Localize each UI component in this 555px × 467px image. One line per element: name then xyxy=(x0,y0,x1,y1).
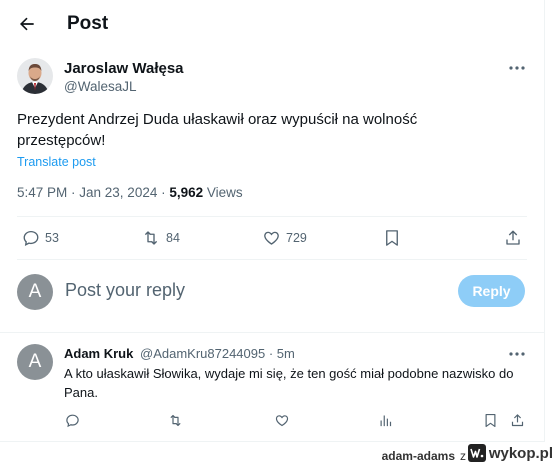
post-page: Post Jaroslaw Wałęsa @WalesaJL Prezydent… xyxy=(0,0,545,442)
author-avatar[interactable] xyxy=(17,58,53,94)
author-handle[interactable]: @WalesaJL xyxy=(64,79,136,94)
divider xyxy=(17,259,527,260)
bookmark-action[interactable] xyxy=(384,229,400,247)
top-bar: Post xyxy=(0,0,545,50)
comment-like-action[interactable] xyxy=(274,413,290,428)
comment-handle-time[interactable]: @AdamKru87244095 · 5m xyxy=(140,346,295,361)
views-label: Views xyxy=(203,185,243,200)
comment-text: A kto ułaskawił Słowika, wydaje mi się, … xyxy=(64,366,514,400)
bookmark-icon xyxy=(386,230,398,246)
comment-author-name[interactable]: Adam Kruk xyxy=(64,346,133,361)
comment-share-action[interactable] xyxy=(510,413,525,428)
watermark-footer: adam-adams z wykop.pl xyxy=(0,442,555,467)
reply-button[interactable]: Reply xyxy=(458,275,525,307)
wykop-logo-icon xyxy=(467,444,486,462)
comment-views-action[interactable] xyxy=(378,413,393,428)
divider xyxy=(17,216,527,217)
repost-action[interactable]: 84 xyxy=(141,229,180,247)
comment-repost-action[interactable] xyxy=(167,413,184,428)
repost-icon xyxy=(170,414,181,427)
post-timestamp[interactable]: 5:47 PM · Jan 23, 2024 · xyxy=(17,185,169,200)
divider xyxy=(0,332,545,333)
share-icon xyxy=(511,414,524,427)
comment-bookmark-action[interactable] xyxy=(484,413,497,428)
views-icon xyxy=(380,415,392,427)
repost-icon xyxy=(144,231,158,245)
wykop-logo: wykop.pl xyxy=(467,444,553,462)
translate-post-link[interactable]: Translate post xyxy=(17,155,96,169)
comment-avatar[interactable]: A xyxy=(17,344,53,380)
reply-count: 53 xyxy=(45,231,59,245)
wykop-brand: wykop.pl xyxy=(488,444,553,462)
page-title: Post xyxy=(67,13,109,34)
comment-reply-action[interactable] xyxy=(65,413,80,428)
post-text: Prezydent Andrzej Duda ułaskawił oraz wy… xyxy=(17,111,418,149)
watermark-separator: z xyxy=(460,449,466,463)
author-name[interactable]: Jaroslaw Wałęsa xyxy=(64,60,184,77)
bookmark-icon xyxy=(485,413,496,428)
heart-icon xyxy=(264,231,279,245)
reply-icon xyxy=(66,414,79,428)
reply-icon xyxy=(23,230,39,246)
back-arrow-icon[interactable] xyxy=(16,13,38,35)
watermark-username: adam-adams xyxy=(381,449,455,463)
like-count: 729 xyxy=(286,231,307,245)
heart-icon xyxy=(275,415,289,427)
like-action[interactable]: 729 xyxy=(262,229,307,247)
post-meta: 5:47 PM · Jan 23, 2024 · 5,962 Views xyxy=(17,185,243,200)
comment-more-options-icon[interactable] xyxy=(507,348,527,360)
reply-input[interactable]: Post your reply xyxy=(65,280,185,301)
views-count: 5,962 xyxy=(169,185,204,200)
more-options-icon[interactable] xyxy=(507,62,527,74)
share-action[interactable] xyxy=(504,229,522,247)
share-icon xyxy=(506,230,520,245)
repost-count: 84 xyxy=(166,231,180,245)
reply-action[interactable]: 53 xyxy=(22,229,59,247)
compose-avatar: A xyxy=(17,274,53,310)
